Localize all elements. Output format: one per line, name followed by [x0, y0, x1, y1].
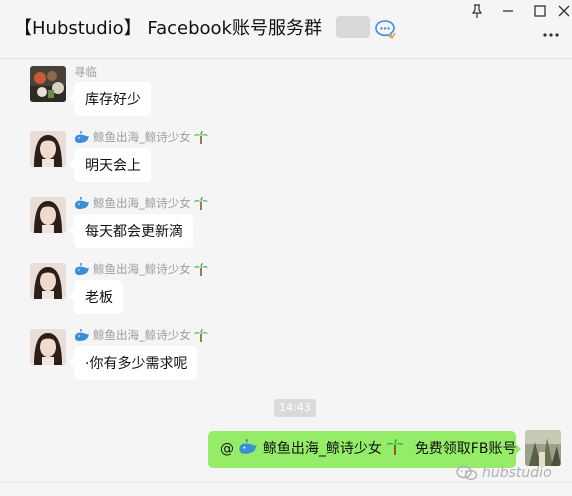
avatar[interactable] [30, 197, 66, 233]
minimize-button[interactable] [498, 2, 518, 20]
whale-icon [74, 328, 90, 342]
whale-icon [74, 196, 90, 210]
whale-icon [74, 262, 90, 276]
palm-tree-icon [193, 130, 208, 144]
chat-bubble-icon[interactable] [374, 18, 396, 40]
more-options-icon[interactable] [540, 28, 562, 42]
sender-name: 鲸鱼出海_鲸诗少女 [74, 129, 208, 145]
palm-tree-icon [193, 262, 208, 276]
mention-at: @ [220, 441, 234, 457]
message-bubble[interactable]: 老板 [69, 280, 123, 314]
message-bubble[interactable]: 明天会上 [69, 148, 151, 182]
blurred-member-count [336, 16, 370, 38]
title-bar: 【Hubstudio】 Facebook账号服务群 [0, 0, 572, 59]
pin-icon[interactable] [467, 2, 487, 20]
avatar[interactable] [30, 66, 66, 102]
message-bubble[interactable]: ·你有多少需求呢 [68, 346, 198, 380]
close-button[interactable] [556, 2, 572, 20]
watermark: hubstudio [456, 465, 552, 481]
avatar[interactable] [30, 329, 66, 365]
palm-tree-icon [193, 196, 208, 210]
avatar[interactable] [30, 131, 66, 167]
timestamp: 14:43 [274, 399, 316, 417]
avatar[interactable] [30, 263, 66, 299]
whale-icon [74, 130, 90, 144]
wechat-icon [456, 465, 478, 481]
my-message-text: 免费领取FB账号 [414, 441, 517, 457]
sender-name: 鲸鱼出海_鲸诗少女 [74, 195, 208, 211]
my-avatar[interactable] [525, 430, 561, 466]
message-bubble[interactable]: 每天都会更新滴 [69, 214, 193, 248]
message-bubble[interactable]: 库存好少 [69, 82, 151, 116]
my-message-bubble[interactable]: @ 鲸鱼出海_鲸诗少女 免费领取FB账号 [208, 431, 521, 468]
mention-name: 鲸鱼出海_鲸诗少女 [262, 441, 382, 457]
chat-title: 【Hubstudio】 Facebook账号服务群 [14, 18, 322, 39]
whale-icon [238, 439, 258, 455]
maximize-button[interactable] [530, 2, 550, 20]
input-area-border [0, 482, 572, 496]
sender-name: 鲸鱼出海_鲸诗少女 [74, 327, 208, 343]
sender-name: 寻临 [74, 65, 97, 79]
palm-tree-icon [193, 328, 208, 342]
palm-tree-icon [386, 439, 404, 455]
sender-name: 鲸鱼出海_鲸诗少女 [74, 261, 208, 277]
